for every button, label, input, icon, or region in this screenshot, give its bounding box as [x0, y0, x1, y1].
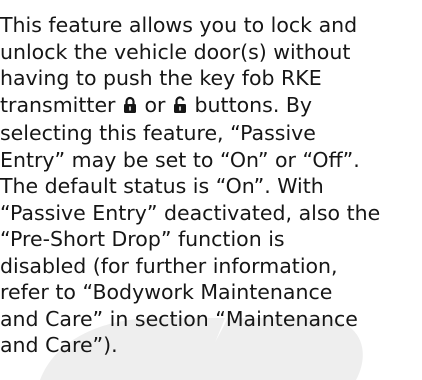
text-fragment: buttons. By — [188, 92, 313, 117]
text-line: having to push the key fob RKE — [0, 66, 322, 90]
text-line: The default status is “On”. With — [0, 174, 324, 198]
text-line: This feature allows you to lock and — [0, 13, 358, 37]
text-line: refer to “Bodywork Maintenance — [0, 280, 333, 304]
feature-description: This feature allows you to lock and unlo… — [0, 12, 422, 359]
lock-closed-icon — [123, 94, 137, 121]
text-line: disabled (for further information, — [0, 253, 338, 278]
text-line: and Care” in section “Maintenance — [0, 306, 358, 331]
text-line: Entry” may be set to “On” or “Off”. — [0, 147, 360, 172]
text-line: unlock the vehicle door(s) without — [0, 39, 351, 64]
text-line: “Passive Entry” deactivated, also the — [0, 200, 381, 225]
text-line: selecting this feature, “Passive — [0, 121, 316, 145]
text-fragment: transmitter — [0, 92, 122, 117]
manual-page: This feature allows you to lock and unlo… — [0, 0, 422, 380]
text-line-with-icons: transmitter or buttons. By — [0, 92, 422, 121]
text-fragment: or — [138, 92, 173, 117]
text-line: and Care”). — [0, 333, 118, 357]
lock-open-icon — [173, 94, 187, 121]
text-line: “Pre-Short Drop” function is — [0, 227, 285, 251]
